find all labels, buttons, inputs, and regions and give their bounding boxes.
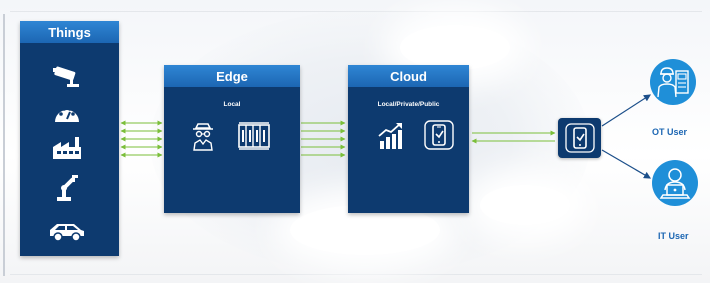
things-panel: Things [20,21,119,256]
server-rack-icon [236,121,272,151]
diagram-canvas: Things Edge Local Cloud Local/Private/Pu… [0,0,710,283]
things-title: Things [20,21,119,43]
device-user-arrows [601,94,652,179]
ot-user-avatar [650,59,696,105]
security-camera-icon [49,64,85,90]
spy-agent-icon [190,121,216,153]
growth-chart-icon [376,121,406,151]
cloud-panel: Cloud Local/Private/Public [348,65,469,213]
laptop-user-icon [652,160,698,206]
gauge-icon [51,100,83,126]
cloud-subtitle: Local/Private/Public [377,101,440,108]
cloud-device-arrows [471,130,556,144]
it-user-avatar [652,160,698,206]
ot-user-label: OT User [652,127,688,137]
car-icon [47,219,87,243]
edge-cloud-arrows [301,120,346,158]
cloud-title: Cloud [348,65,469,87]
edge-title: Edge [164,65,300,87]
smartphone-icon [558,118,601,158]
operator-icon [650,59,696,105]
edge-panel: Edge Local [164,65,300,213]
it-user-label: IT User [658,231,689,241]
robot-arm-icon [51,171,83,203]
mobile-app-icon [423,119,455,151]
device-box [558,118,601,158]
edge-subtitle: Local [223,101,241,108]
factory-icon [49,134,85,162]
things-edge-arrows [120,120,163,158]
